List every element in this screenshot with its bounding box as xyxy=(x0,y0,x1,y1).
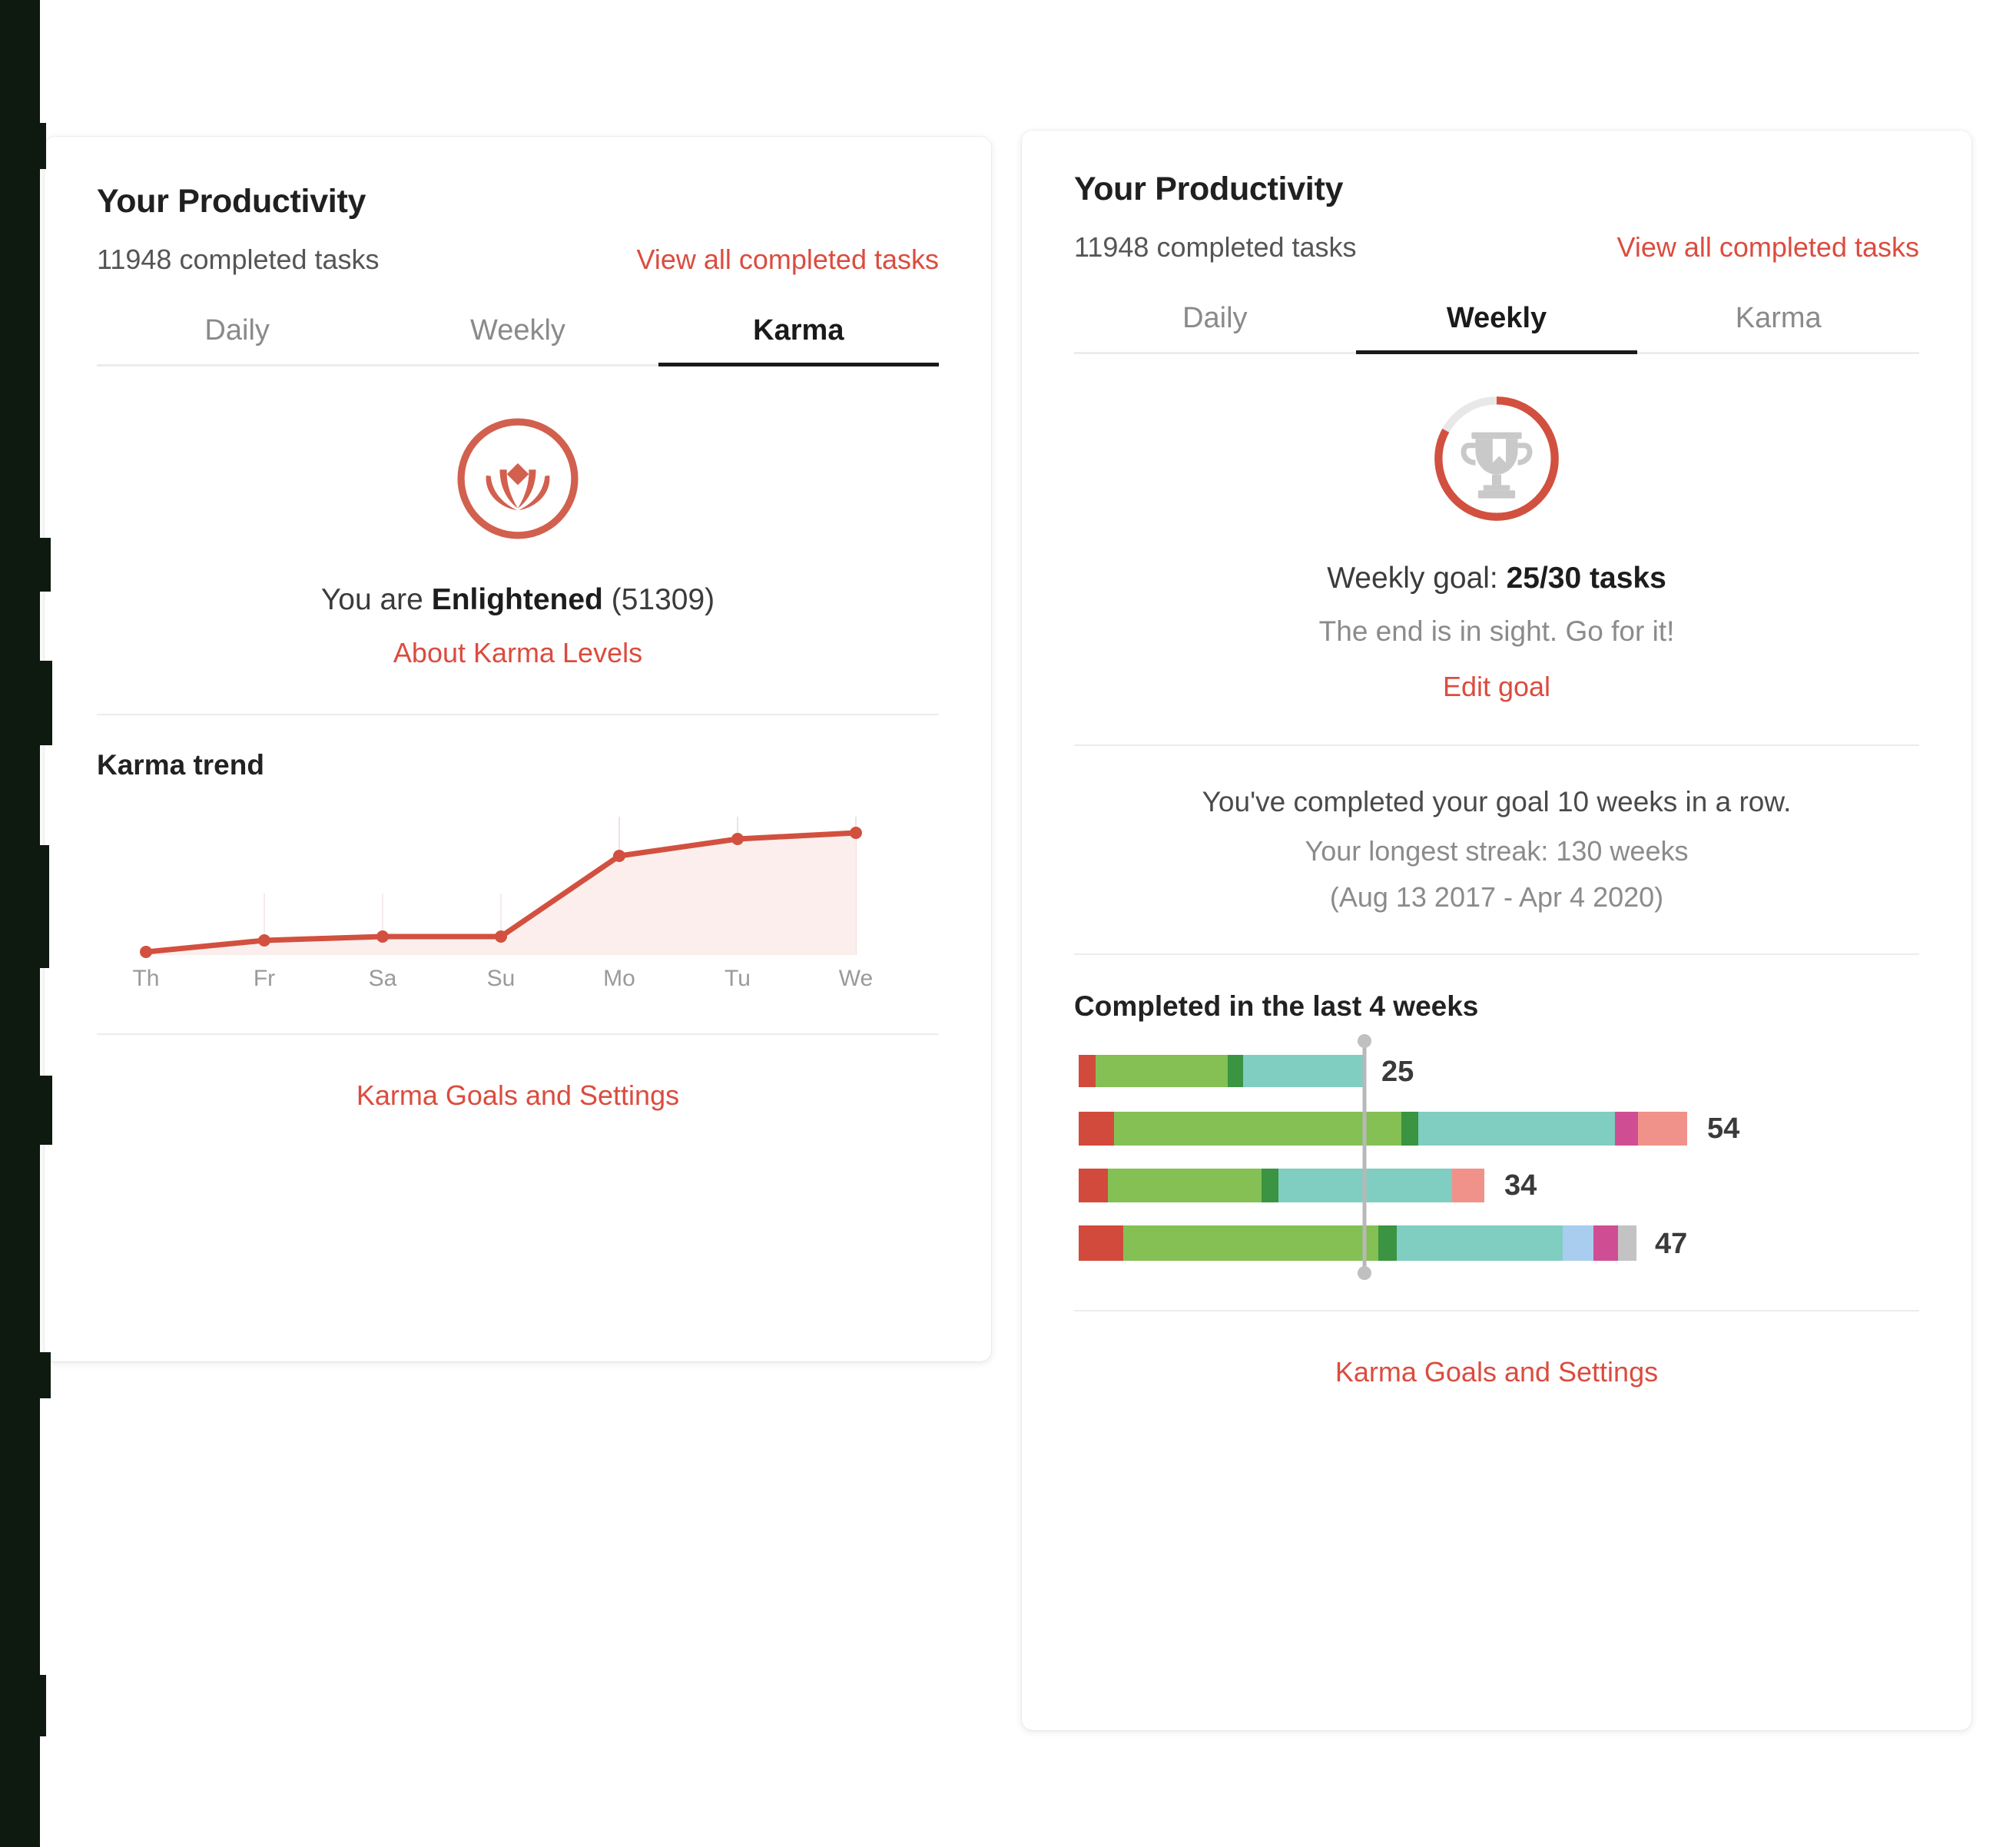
bar-value-week-2: 54 xyxy=(1707,1113,1739,1145)
xtick-we: We xyxy=(839,966,873,991)
karma-trend-point xyxy=(140,946,152,958)
bar-segment-salmon xyxy=(1638,1112,1687,1146)
bar-value-week-4: 47 xyxy=(1655,1228,1687,1260)
bar-segment-darkgreen xyxy=(1378,1225,1397,1261)
divider-karma-bottom xyxy=(97,1033,939,1035)
screenshot-page: Your Productivity 11948 completed tasks … xyxy=(0,0,2016,1847)
weekly-goal-encouragement: The end is in sight. Go for it! xyxy=(1318,615,1675,647)
bar-row-week-2: 54 xyxy=(1079,1112,1739,1146)
completed-tasks-count-left: 11948 completed tasks xyxy=(97,244,380,275)
xtick-sa: Sa xyxy=(369,966,397,991)
edit-goal-link[interactable]: Edit goal xyxy=(1443,671,1550,702)
karma-trend-point xyxy=(376,930,389,943)
streak-block: You've completed your goal 10 weeks in a… xyxy=(1074,786,1919,914)
karma-badge-wrap xyxy=(97,414,939,543)
karma-points: (51309) xyxy=(602,583,715,616)
bar-segment-red xyxy=(1079,1112,1114,1146)
karma-trend-point xyxy=(495,930,507,943)
bar-segment-red xyxy=(1079,1055,1096,1087)
karma-trend-title: Karma trend xyxy=(97,749,264,781)
bar-segment-red xyxy=(1079,1225,1123,1261)
tab-daily-left[interactable]: Daily xyxy=(97,314,377,364)
karma-goals-and-settings-link-left[interactable]: Karma Goals and Settings xyxy=(356,1079,679,1111)
footer-row-right: Karma Goals and Settings xyxy=(1074,1356,1919,1388)
page-title-left: Your Productivity xyxy=(97,183,366,220)
productivity-card-karma: Your Productivity 11948 completed tasks … xyxy=(45,137,991,1361)
streak-longest: Your longest streak: 130 weeks xyxy=(1305,835,1689,867)
completed-last-4-weeks-chart: 25 54 34 47 xyxy=(1079,1034,1739,1280)
xtick-su: Su xyxy=(487,966,516,991)
bar-row-week-4: 47 xyxy=(1079,1225,1687,1261)
weekly-goal-progress-ring xyxy=(1434,396,1559,521)
bar-segment-darkgreen xyxy=(1228,1055,1243,1087)
karma-trend-point xyxy=(258,934,270,947)
tablist-left: Daily Weekly Karma xyxy=(97,314,940,366)
karma-status-prefix: You are xyxy=(320,583,432,616)
xtick-fr: Fr xyxy=(254,966,275,991)
about-karma-levels-link[interactable]: About Karma Levels xyxy=(393,637,642,668)
weekly-goal-value: 25/30 tasks xyxy=(1506,562,1666,595)
weekly-goal-ring-wrap xyxy=(1074,393,1919,525)
xtick-th: Th xyxy=(132,966,159,991)
karma-trend-chart: Th Fr Sa Su Mo Tu We xyxy=(132,817,873,991)
karma-trend-point xyxy=(613,850,625,862)
about-karma-row: About Karma Levels xyxy=(97,637,939,669)
view-all-completed-tasks-link-right[interactable]: View all completed tasks xyxy=(1616,231,1919,264)
tab-karma-right[interactable]: Karma xyxy=(1637,302,1919,352)
bar-segment-teal xyxy=(1397,1225,1563,1261)
tab-daily-right[interactable]: Daily xyxy=(1074,302,1356,352)
productivity-card-weekly: Your Productivity 11948 completed tasks … xyxy=(1022,131,1971,1730)
xtick-tu: Tu xyxy=(724,966,751,991)
bar-segment-teal xyxy=(1418,1112,1615,1146)
bar-segment-magenta xyxy=(1593,1225,1618,1261)
weekly-goal-marker-cap-top xyxy=(1358,1034,1371,1048)
bar-value-week-1: 25 xyxy=(1381,1056,1414,1088)
screenshot-edge-artifact xyxy=(0,0,52,1847)
completed-tasks-count-right: 11948 completed tasks xyxy=(1074,231,1357,263)
bar-value-week-3: 34 xyxy=(1504,1169,1537,1202)
karma-status-line: You are Enlightened (51309) xyxy=(97,583,939,617)
karma-lotus-icon xyxy=(457,418,579,539)
karma-level-name: Enlightened xyxy=(431,583,603,616)
streak-current: You've completed your goal 10 weeks in a… xyxy=(1202,786,1792,817)
weekly-goal-prefix: Weekly goal: xyxy=(1327,562,1507,595)
bar-segment-lightgreen xyxy=(1114,1112,1401,1146)
weekly-goal-marker-cap-bottom xyxy=(1358,1266,1371,1280)
tab-weekly-left[interactable]: Weekly xyxy=(377,314,658,364)
view-all-completed-tasks-link-left[interactable]: View all completed tasks xyxy=(636,244,939,276)
tablist-right: Daily Weekly Karma xyxy=(1074,302,1919,354)
bar-segment-darkgreen xyxy=(1401,1112,1418,1146)
summary-row-right: 11948 completed tasks View all completed… xyxy=(1074,231,1919,264)
completed-last-4-weeks-title: Completed in the last 4 weeks xyxy=(1074,990,1479,1022)
tab-karma-left[interactable]: Karma xyxy=(658,314,940,366)
bar-segment-gray xyxy=(1618,1225,1636,1261)
xtick-mo: Mo xyxy=(603,966,635,991)
bar-row-week-3: 34 xyxy=(1079,1169,1537,1202)
page-title-right: Your Productivity xyxy=(1074,171,1344,207)
tab-weekly-right[interactable]: Weekly xyxy=(1355,302,1638,354)
footer-row-left: Karma Goals and Settings xyxy=(97,1079,939,1112)
edit-goal-row: Edit goal xyxy=(1074,671,1919,703)
divider-karma-top xyxy=(97,714,939,715)
weekly-goal-line: Weekly goal: 25/30 tasks xyxy=(1074,562,1919,595)
karma-trend-point xyxy=(850,827,862,839)
bar-segment-salmon xyxy=(1452,1169,1484,1202)
bar-segment-red xyxy=(1079,1169,1108,1202)
divider-footer-right xyxy=(1074,1310,1919,1311)
divider-streak-top xyxy=(1074,744,1919,746)
bar-segment-lightgreen xyxy=(1096,1055,1228,1087)
bar-segment-lightgreen xyxy=(1108,1169,1262,1202)
bar-segment-teal xyxy=(1243,1055,1363,1087)
divider-streak-bottom xyxy=(1074,953,1919,955)
summary-row-left: 11948 completed tasks View all completed… xyxy=(97,244,939,276)
bar-segment-lightblue xyxy=(1563,1225,1593,1261)
bar-segment-darkgreen xyxy=(1262,1169,1278,1202)
streak-dates: (Aug 13 2017 - Apr 4 2020) xyxy=(1329,881,1664,913)
karma-trend-point xyxy=(731,833,744,845)
karma-goals-and-settings-link-right[interactable]: Karma Goals and Settings xyxy=(1335,1356,1658,1388)
bar-segment-lightgreen xyxy=(1123,1225,1378,1261)
bar-segment-magenta xyxy=(1615,1112,1638,1146)
